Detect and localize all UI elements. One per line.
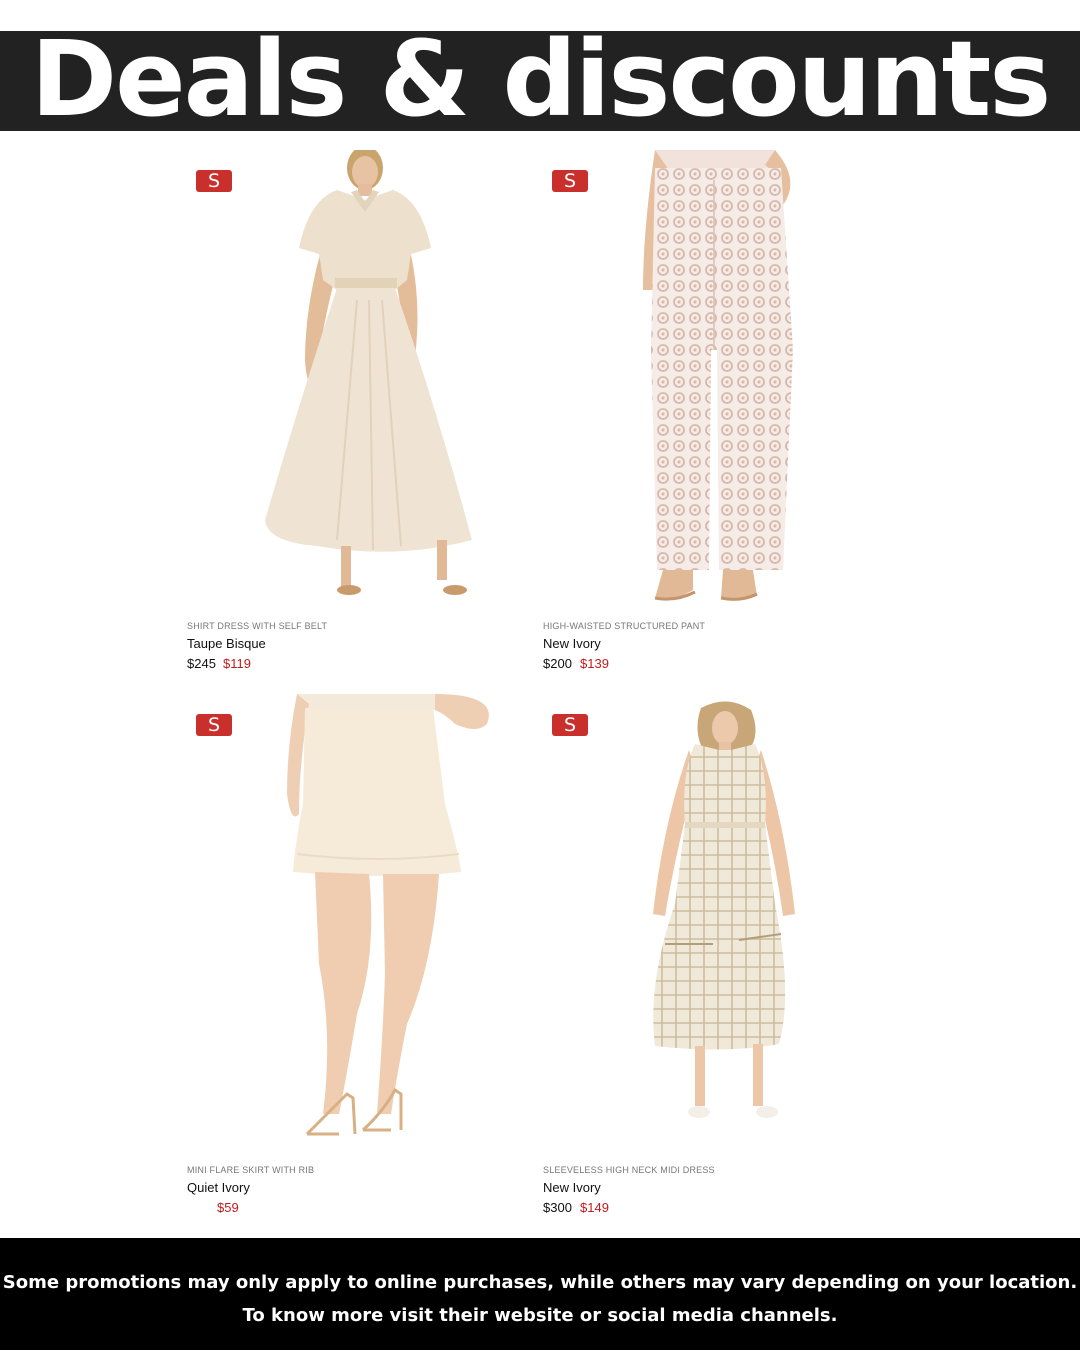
product-type: MINI FLARE SKIRT WITH RIB — [187, 1165, 315, 1175]
trousers-image — [643, 150, 793, 601]
price-row: $300 $149 — [543, 1200, 873, 1216]
product-type: HIGH-WAISTED STRUCTURED PANT — [543, 621, 706, 631]
midi-dress-image — [653, 701, 795, 1118]
disclaimer-footer: Some promotions may only apply to online… — [0, 1238, 1080, 1350]
mini-skirt-image — [287, 694, 489, 1136]
page-title: Deals & discounts — [30, 31, 1051, 131]
product-color: Quiet Ivory — [187, 1180, 250, 1195]
sale-price: $149 — [580, 1200, 609, 1215]
sale-price: $139 — [580, 656, 609, 671]
disclaimer-line-2: To know more visit their website or soci… — [242, 1305, 838, 1326]
disclaimer-line-1: Some promotions may only apply to online… — [2, 1272, 1078, 1293]
product-color: Taupe Bisque — [187, 636, 266, 651]
sale-price: $59 — [217, 1200, 239, 1215]
product-type: SHIRT DRESS WITH SELF BELT — [187, 621, 328, 631]
sale-badge: S — [196, 714, 232, 736]
product-image[interactable]: S — [543, 694, 873, 1150]
price-row: $200 $139 — [543, 656, 873, 672]
price-row: $245 $119 — [187, 656, 517, 672]
product-color: New Ivory — [543, 1180, 601, 1195]
header-banner: Deals & discounts — [0, 31, 1080, 131]
original-price: $300 — [543, 1200, 572, 1215]
sale-price: $119 — [223, 656, 251, 671]
product-type: SLEEVELESS HIGH NECK MIDI DRESS — [543, 1165, 715, 1175]
product-info: MINI FLARE SKIRT WITH RIB Quiet Ivory $5… — [187, 1164, 517, 1216]
product-image[interactable]: S — [543, 150, 873, 606]
shirt-dress-image — [265, 150, 472, 595]
original-price: $200 — [543, 656, 572, 671]
sale-badge: S — [552, 714, 588, 736]
sale-badge: S — [552, 170, 588, 192]
original-price: $245 — [187, 656, 216, 671]
product-info: SHIRT DRESS WITH SELF BELT Taupe Bisque … — [187, 620, 517, 672]
sale-badge: S — [196, 170, 232, 192]
product-image[interactable]: S — [187, 694, 517, 1150]
product-info: HIGH-WAISTED STRUCTURED PANT New Ivory $… — [543, 620, 873, 672]
product-info: SLEEVELESS HIGH NECK MIDI DRESS New Ivor… — [543, 1164, 873, 1216]
product-color: New Ivory — [543, 636, 601, 651]
price-row: $59 — [187, 1200, 517, 1216]
product-image[interactable]: S — [187, 150, 517, 606]
